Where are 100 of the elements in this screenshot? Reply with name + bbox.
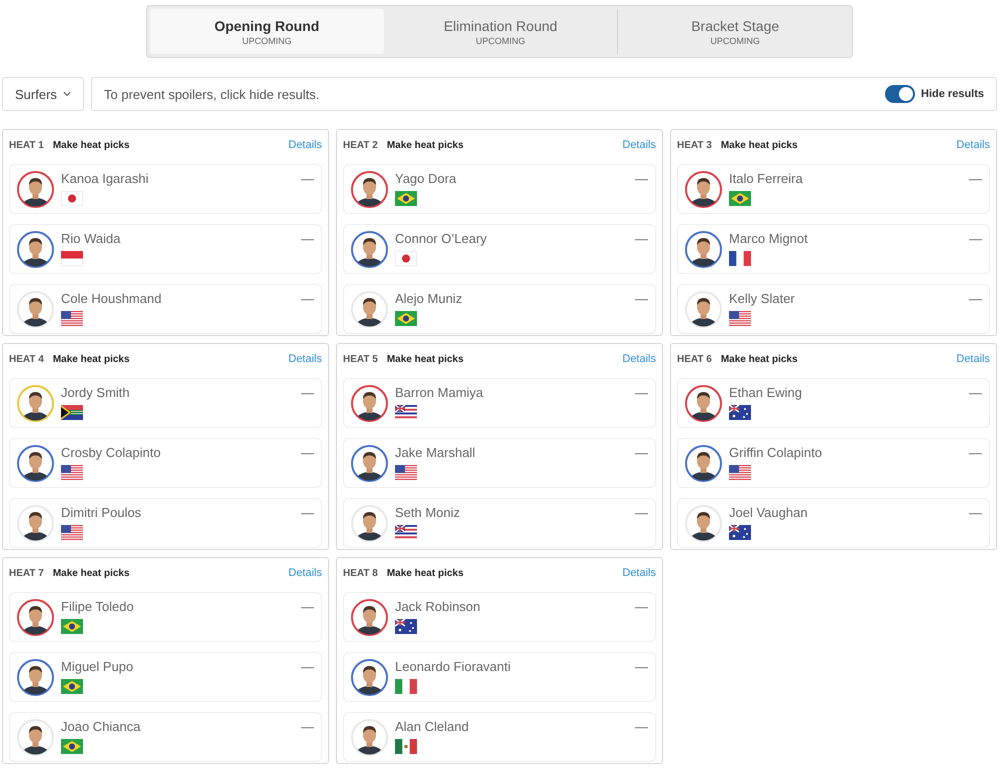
avatar [17, 445, 54, 482]
flag-icon [395, 311, 417, 326]
score: — [969, 505, 982, 520]
avatar [17, 599, 54, 636]
details-link[interactable]: Details [288, 139, 322, 151]
heat-subtitle: Make heat picks [386, 140, 465, 150]
avatar [685, 505, 722, 542]
spoiler-notice: To prevent spoilers, click hide results. [104, 86, 320, 102]
surfer-row[interactable]: Yago Dora — [343, 164, 656, 214]
flag-icon [61, 525, 83, 540]
surfer-row[interactable]: Marco Mignot — [677, 224, 990, 274]
avatar [685, 171, 722, 208]
surfer-name: Crosby Colapinto [61, 445, 162, 460]
score: — [301, 445, 314, 460]
flag-icon [729, 525, 751, 540]
details-link[interactable]: Details [622, 139, 656, 151]
surfer-name: Dimitri Poulos [61, 505, 142, 520]
score: — [635, 171, 648, 186]
surfer-name: Connor O’Leary [395, 231, 488, 246]
surfer-name: Ethan Ewing [729, 385, 803, 400]
avatar [351, 231, 388, 268]
surfer-row[interactable]: Jack Robinson — [343, 592, 656, 642]
flag-icon [395, 619, 417, 634]
flag-icon [61, 619, 83, 634]
details-link[interactable]: Details [288, 567, 322, 579]
flag-icon [395, 679, 417, 694]
heat-title: HEAT 5 [343, 354, 378, 364]
surfer-row[interactable]: Seth Moniz — [343, 498, 656, 548]
score: — [969, 445, 982, 460]
surfer-row[interactable]: Crosby Colapinto — [9, 438, 322, 488]
surfer-row[interactable]: Connor O’Leary — [343, 224, 656, 274]
surfer-row[interactable]: Kanoa Igarashi — [9, 164, 322, 214]
surfer-row[interactable]: Kelly Slater — [677, 284, 990, 334]
flag-icon [395, 191, 417, 206]
avatar [17, 385, 54, 422]
flag-icon [729, 465, 751, 480]
surfer-row[interactable]: Joel Vaughan — [677, 498, 990, 548]
score: — [301, 291, 314, 306]
surfer-row[interactable]: Rio Waida — [9, 224, 322, 274]
surfer-name: Jack Robinson [395, 599, 482, 614]
surfer-row[interactable]: Cole Houshmand — [9, 284, 322, 334]
heat-title: HEAT 3 [677, 140, 712, 150]
surfer-name: Kanoa Igarashi [61, 171, 150, 186]
heat-title: HEAT 4 [9, 354, 44, 364]
details-link[interactable]: Details [956, 139, 990, 151]
heat-subtitle: Make heat picks [720, 140, 799, 150]
score: — [635, 291, 648, 306]
heat-subtitle: Make heat picks [386, 354, 465, 364]
avatar [17, 659, 54, 696]
flag-icon [729, 191, 751, 206]
surfer-row[interactable]: Alan Cleland — [343, 712, 656, 762]
score: — [301, 171, 314, 186]
heat-title: HEAT 2 [343, 140, 378, 150]
heat-subtitle: Make heat picks [720, 354, 799, 364]
avatar [351, 599, 388, 636]
surfer-name: Kelly Slater [729, 291, 796, 306]
avatar [17, 291, 54, 328]
heat-subtitle: Make heat picks [386, 568, 465, 578]
surfer-name: Alan Cleland [395, 719, 470, 734]
flag-icon [729, 311, 751, 326]
flag-icon [729, 251, 751, 266]
hide-results-toggle[interactable] [885, 85, 916, 103]
surfer-row[interactable]: Miguel Pupo — [9, 652, 322, 702]
details-link[interactable]: Details [622, 353, 656, 365]
surfer-row[interactable]: Italo Ferreira — [677, 164, 990, 214]
avatar [351, 385, 388, 422]
caret-icon [62, 91, 71, 97]
surfer-name: Miguel Pupo [61, 659, 134, 674]
flag-icon [61, 191, 83, 206]
surfer-row[interactable]: Dimitri Poulos — [9, 498, 322, 548]
surfer-row[interactable]: Ethan Ewing — [677, 378, 990, 428]
heat-title: HEAT 7 [9, 568, 44, 578]
surfer-row[interactable]: Jordy Smith — [9, 378, 322, 428]
score: — [301, 505, 314, 520]
round-tab[interactable]: Opening Round UPCOMING [150, 9, 384, 54]
surfer-row[interactable]: Joao Chianca — [9, 712, 322, 762]
details-link[interactable]: Details [288, 353, 322, 365]
round-tab[interactable]: Bracket Stage UPCOMING [617, 9, 852, 54]
surfer-row[interactable]: Barron Mamiya — [343, 378, 656, 428]
surfer-name: Rio Waida [61, 231, 122, 246]
score: — [635, 719, 648, 734]
score: — [301, 719, 314, 734]
details-link[interactable]: Details [956, 353, 990, 365]
surfer-name: Jordy Smith [61, 385, 131, 400]
heat-title: HEAT 8 [343, 568, 378, 578]
surfer-row[interactable]: Jake Marshall — [343, 438, 656, 488]
surfer-name: Yago Dora [395, 171, 458, 186]
surfer-row[interactable]: Filipe Toledo — [9, 592, 322, 642]
avatar [685, 445, 722, 482]
avatar [351, 171, 388, 208]
avatar [17, 505, 54, 542]
surfer-row[interactable]: Leonardo Fioravanti — [343, 652, 656, 702]
surfer-row[interactable]: Alejo Muniz — [343, 284, 656, 334]
surfer-row[interactable]: Griffin Colapinto — [677, 438, 990, 488]
details-link[interactable]: Details [622, 567, 656, 579]
surfers-dropdown[interactable]: Surfers [2, 77, 84, 111]
flag-icon [395, 739, 417, 754]
flag-icon [395, 525, 417, 540]
surfer-name: Barron Mamiya [395, 385, 484, 400]
round-tab[interactable]: Elimination Round UPCOMING [384, 9, 618, 54]
